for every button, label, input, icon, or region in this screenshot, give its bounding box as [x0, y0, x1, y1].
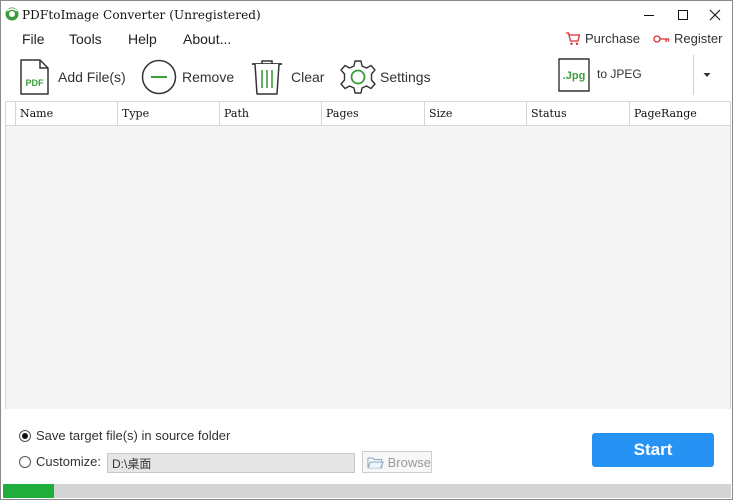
chevron-down-icon[interactable]: [701, 69, 713, 81]
column-header-size[interactable]: Size: [425, 102, 527, 125]
progress-bar-fill: [3, 484, 54, 498]
column-header-pages[interactable]: Pages: [322, 102, 425, 125]
register-label: Register: [674, 31, 723, 46]
maximize-button[interactable]: [666, 1, 700, 29]
app-window: PDFtoImage Converter (Unregistered) File…: [0, 0, 733, 500]
folder-icon: [367, 457, 384, 468]
app-logo-icon: [5, 7, 19, 21]
source-folder-label: Save target file(s) in source folder: [36, 428, 231, 443]
minimize-button[interactable]: [632, 1, 666, 29]
jpg-file-icon: .Jpg: [558, 58, 590, 92]
cart-icon: [566, 32, 581, 45]
settings-button[interactable]: Settings: [340, 55, 431, 99]
purchase-link[interactable]: Purchase: [565, 31, 640, 46]
window-title: PDFtoImage Converter (Unregistered): [22, 8, 261, 22]
remove-label: Remove: [182, 69, 235, 85]
maximize-icon: [678, 10, 688, 20]
browse-label: Browse: [387, 454, 431, 470]
menu-tools[interactable]: Tools: [69, 31, 102, 47]
table-header: Name Type Path Pages Size Status PageRan…: [6, 102, 730, 126]
settings-label: Settings: [380, 69, 431, 85]
browse-button[interactable]: Browse: [362, 451, 432, 473]
menu-help[interactable]: Help: [128, 31, 157, 47]
pdf-file-icon-text: PDF: [26, 78, 45, 88]
file-table[interactable]: Name Type Path Pages Size Status PageRan…: [5, 101, 731, 411]
close-icon: [709, 9, 721, 21]
add-files-button[interactable]: PDF Add File(s): [19, 55, 126, 99]
format-divider: [693, 55, 694, 95]
start-button[interactable]: Start: [592, 433, 714, 467]
column-header-status[interactable]: Status: [527, 102, 630, 125]
clear-label: Clear: [291, 69, 325, 85]
customize-label: Customize:: [36, 454, 102, 469]
column-header-type[interactable]: Type: [118, 102, 220, 125]
clear-button[interactable]: Clear: [250, 55, 324, 99]
column-header-name[interactable]: Name: [16, 102, 118, 125]
column-header-path[interactable]: Path: [220, 102, 322, 125]
menu-about[interactable]: About...: [183, 31, 231, 47]
output-path-input[interactable]: [107, 453, 355, 473]
column-header-pagerange[interactable]: PageRange: [630, 102, 730, 125]
minimize-icon: [644, 15, 654, 16]
source-folder-radio[interactable]: [19, 430, 31, 442]
output-format-label: to JPEG: [597, 67, 642, 81]
column-spacer: [6, 102, 16, 125]
key-icon: [653, 34, 670, 43]
close-button[interactable]: [698, 1, 732, 29]
customize-radio[interactable]: [19, 456, 31, 468]
register-link[interactable]: Register: [653, 31, 722, 46]
trash-icon: [252, 60, 282, 95]
output-panel: Save target file(s) in source folder Cus…: [1, 409, 732, 499]
title-bar: PDFtoImage Converter (Unregistered): [1, 1, 732, 29]
add-files-label: Add File(s): [58, 69, 126, 85]
jpg-file-icon-text: .Jpg: [563, 70, 586, 82]
output-format-selector[interactable]: .Jpg to JPEG: [555, 54, 695, 96]
gear-icon: [340, 60, 376, 94]
remove-button[interactable]: Remove: [141, 55, 234, 99]
remove-icon: [141, 59, 177, 95]
progress-bar: [3, 484, 731, 498]
purchase-label: Purchase: [585, 31, 640, 46]
pdf-file-icon: PDF: [20, 59, 49, 95]
menu-file[interactable]: File: [22, 31, 45, 47]
